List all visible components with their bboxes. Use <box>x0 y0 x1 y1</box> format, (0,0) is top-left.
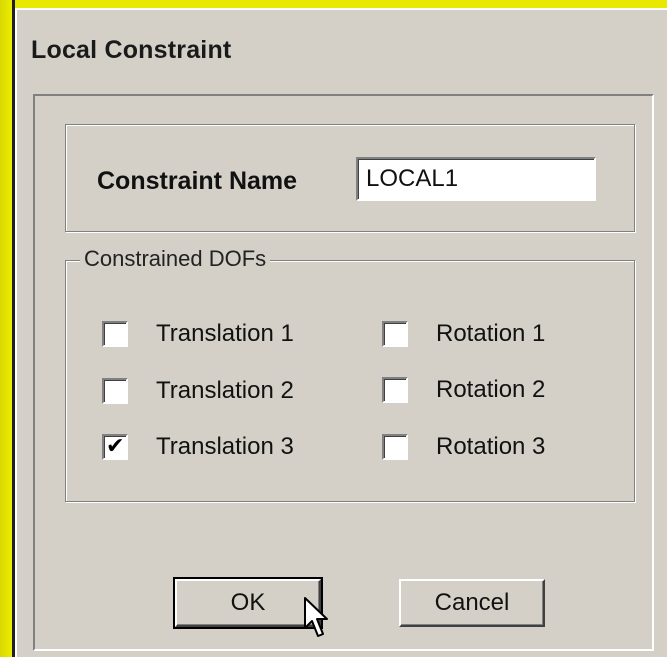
checkbox-label: Rotation 1 <box>436 320 546 347</box>
checkbox-box[interactable] <box>102 321 128 347</box>
constraint-name-input[interactable] <box>356 157 596 201</box>
dialog-title: Local Constraint <box>31 36 232 64</box>
checkbox-box[interactable] <box>382 434 408 460</box>
checkbox-label: Translation 2 <box>156 377 294 404</box>
ok-button[interactable]: OK <box>173 577 323 629</box>
checkbox-label: Translation 3 <box>156 433 294 460</box>
checkbox-box[interactable]: ✔ <box>102 434 128 460</box>
title-bar[interactable]: Local Constraint <box>17 10 667 76</box>
checkbox-box[interactable] <box>382 377 408 403</box>
constraint-name-label: Constraint Name <box>97 167 298 195</box>
checkbox-box[interactable] <box>102 378 128 404</box>
cancel-button[interactable]: Cancel <box>399 579 545 627</box>
checkbox-translation-3[interactable]: ✔ Translation 3 <box>102 430 294 464</box>
constrained-dofs-group: Constrained DOFs Translation 1 Translati… <box>65 246 635 502</box>
checkbox-rotation-1[interactable]: Rotation 1 <box>382 317 545 351</box>
checkbox-rotation-2[interactable]: Rotation 2 <box>382 373 545 407</box>
checkbox-rotation-3[interactable]: Rotation 3 <box>382 430 545 464</box>
checkbox-translation-2[interactable]: Translation 2 <box>102 374 294 408</box>
mouse-pointer-icon <box>304 597 328 637</box>
checkbox-label: Translation 1 <box>156 320 294 347</box>
constraint-name-panel: Constraint Name <box>65 124 635 232</box>
checkmark-icon: ✔ <box>106 434 125 459</box>
checkbox-box[interactable] <box>382 321 408 347</box>
local-constraint-dialog: Local Constraint Constraint Name Constra… <box>15 8 667 657</box>
constrained-dofs-legend: Constrained DOFs <box>80 246 271 272</box>
checkbox-translation-1[interactable]: Translation 1 <box>102 317 294 351</box>
dialog-client-area: Constraint Name Constrained DOFs Transla… <box>33 94 654 651</box>
checkbox-label: Rotation 2 <box>436 376 546 403</box>
checkbox-label: Rotation 3 <box>436 433 546 460</box>
